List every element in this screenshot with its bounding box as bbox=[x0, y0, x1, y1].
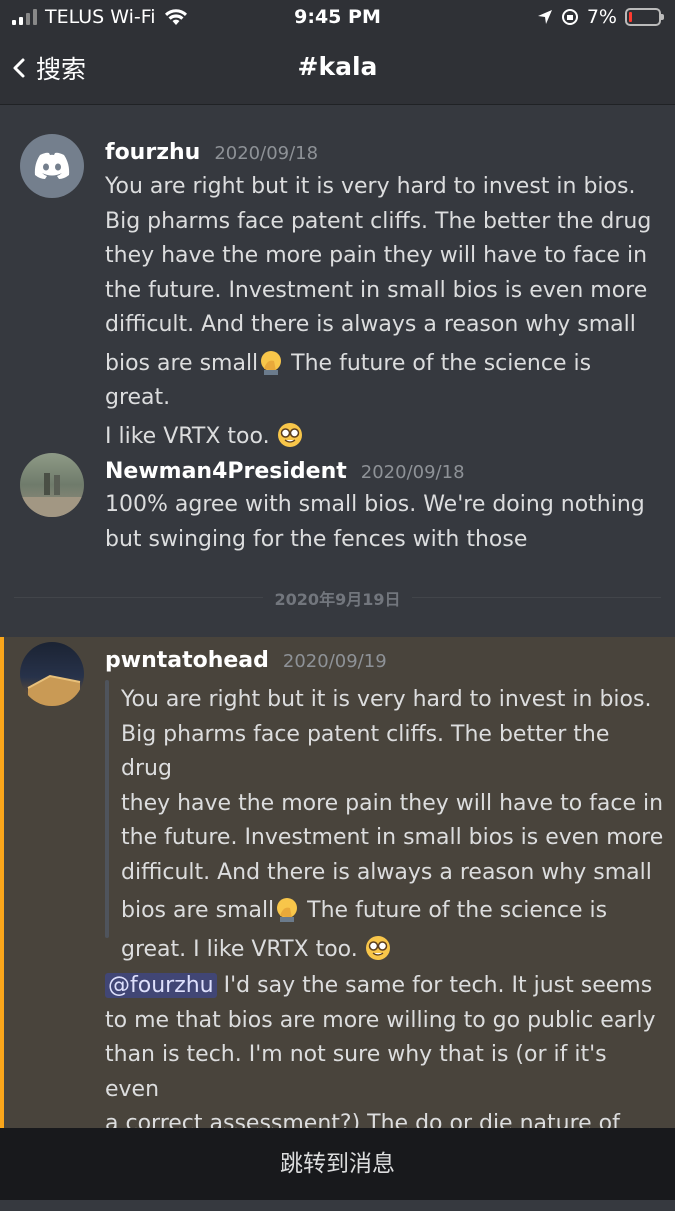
timestamp: 2020/09/19 bbox=[282, 651, 387, 672]
avatar[interactable] bbox=[20, 642, 84, 706]
timestamp: 2020/09/18 bbox=[214, 143, 319, 164]
facepalm-emoji-icon bbox=[261, 350, 282, 375]
avatar[interactable] bbox=[20, 453, 84, 517]
channel-title: #kala bbox=[297, 52, 378, 81]
status-bar: TELUS Wi-Fi 9:45 PM 7% bbox=[0, 0, 675, 36]
author-name[interactable]: pwntatohead bbox=[105, 648, 269, 673]
avatar[interactable] bbox=[20, 134, 84, 198]
message-content: You are right but it is very hard to inv… bbox=[105, 174, 652, 449]
location-arrow-icon bbox=[537, 10, 552, 24]
battery-icon bbox=[625, 8, 664, 26]
message-content: 100% agree with small bios. We're doing … bbox=[105, 492, 645, 552]
blockquote-bar bbox=[105, 680, 109, 938]
timestamp: 2020/09/18 bbox=[360, 462, 465, 483]
author-name[interactable]: fourzhu bbox=[105, 140, 200, 165]
date-divider: 2020年9月19日 bbox=[0, 586, 675, 610]
nerd-face-emoji-icon bbox=[277, 422, 302, 447]
channel-header: 搜索 #kala bbox=[0, 36, 675, 105]
orientation-lock-icon bbox=[561, 9, 578, 25]
discord-logo-icon bbox=[34, 152, 70, 179]
user-photo-icon bbox=[20, 473, 84, 517]
user-mention[interactable]: @fourzhu bbox=[105, 973, 217, 998]
jump-to-message-button[interactable]: 跳转到消息 bbox=[0, 1128, 675, 1200]
nerd-face-emoji-icon bbox=[365, 935, 390, 960]
blockquote: You are right but it is very hard to inv… bbox=[121, 687, 664, 962]
highlight-bar bbox=[0, 637, 4, 1137]
facepalm-emoji-icon bbox=[277, 898, 298, 922]
battery-percent: 7% bbox=[586, 6, 617, 28]
user-photo-icon bbox=[27, 674, 81, 706]
author-name[interactable]: Newman4President bbox=[105, 459, 347, 484]
